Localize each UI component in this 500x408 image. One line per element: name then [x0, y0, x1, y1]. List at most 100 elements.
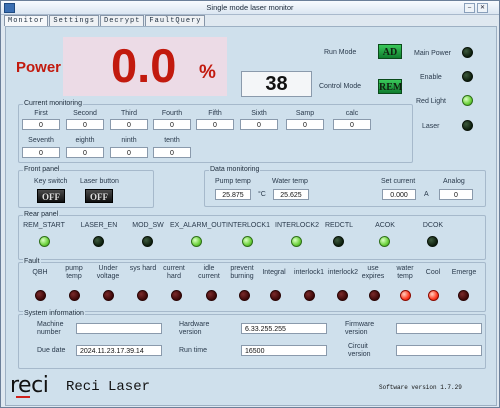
key-switch[interactable]: OFF	[37, 189, 65, 203]
rear-label-ex-alarm-out: EX_ALARM_OUT	[169, 222, 227, 229]
rear-label-redctl: REDCTL	[324, 222, 353, 229]
system-information-title: System information	[23, 310, 85, 317]
fault-led-sys-hard	[137, 290, 148, 301]
pump-temp-field: 25.875	[215, 189, 251, 200]
current-field-fifth: 0	[196, 119, 234, 130]
rear-led-laser-en	[93, 236, 104, 247]
fault-title: Fault	[23, 258, 41, 265]
fault-label-qbh: QBH	[32, 269, 48, 276]
current-field-calc: 0	[333, 119, 371, 130]
set-current-unit: A	[424, 191, 429, 198]
fault-led-under-voltage	[103, 290, 114, 301]
power-unit: %	[199, 62, 216, 83]
hardware-version-field: 6.33.255.255	[241, 323, 327, 334]
rear-led-interlock2	[291, 236, 302, 247]
laser-button[interactable]: OFF	[85, 189, 113, 203]
fault-label-under-voltage: Under voltage	[96, 265, 120, 280]
rear-led-rem-start	[39, 236, 50, 247]
fault-led-qbh	[35, 290, 46, 301]
run-mode-button[interactable]: AD	[378, 44, 402, 59]
rear-label-laser-en: LASER_EN	[80, 222, 118, 229]
current-field-sixth: 0	[240, 119, 278, 130]
rear-led-mod-sw	[142, 236, 153, 247]
rear-panel-title: Rear panel	[23, 211, 60, 218]
power-label: Power	[16, 59, 62, 76]
brand-name: Reci Laser	[66, 379, 151, 395]
machine-number-label: Machine number	[37, 321, 64, 336]
enable-label: Enable	[420, 74, 442, 81]
tab-decrypt[interactable]: Decrypt	[100, 15, 145, 26]
red-light-led	[462, 95, 473, 106]
rear-led-redctl	[333, 236, 344, 247]
fault-label-idle-current: idle current	[198, 265, 220, 280]
tab-monitor[interactable]: Monitor	[4, 15, 49, 26]
fault-label-cool: Cool	[425, 269, 441, 276]
software-version: Software version 1.7.29	[379, 384, 462, 391]
current-monitoring-title: Current monitoring	[23, 100, 83, 107]
current-label-eighth: eighth	[75, 137, 95, 144]
fault-led-emerge	[458, 290, 469, 301]
data-monitoring-group: Data monitoring Pump temp 25.875 °C Wate…	[204, 166, 486, 207]
water-temp-field: 25.625	[273, 189, 309, 200]
fault-led-idle-current	[206, 290, 217, 301]
rear-label-rem-start: REM_START	[23, 222, 65, 229]
circuit-version-field	[396, 345, 482, 356]
run-time-label: Run time	[179, 347, 208, 354]
fault-led-use-expires	[369, 290, 380, 301]
tab-faultquery[interactable]: FaultQuery	[145, 15, 206, 26]
window-title: Single mode laser monitor	[206, 3, 294, 12]
set-current-field: 0.000	[382, 189, 416, 200]
control-mode-label: Control Mode	[319, 83, 362, 90]
fault-led-pump-temp	[69, 290, 80, 301]
current-field-tenth: 0	[153, 147, 191, 158]
fault-led-cool	[428, 290, 439, 301]
main-power-label: Main Power	[414, 50, 451, 57]
fault-label-pump-temp: pump temp	[65, 265, 83, 280]
current-monitoring-group: Current monitoring First 0 Second 0 Thir…	[18, 100, 413, 163]
current-label-tenth: tenth	[164, 137, 180, 144]
data-monitoring-title: Data monitoring	[209, 166, 261, 173]
current-label-fifth: Fifth	[208, 110, 222, 117]
monitor-panel: Power 0.0 % 38 Run Mode AD Control Mode …	[5, 26, 497, 406]
current-label-samp: Samp	[295, 110, 315, 117]
code-display: 38	[241, 71, 312, 97]
pump-temp-label: Pump temp	[215, 178, 251, 185]
fault-label-use-expires: use expires	[361, 265, 385, 280]
current-label-first: First	[34, 110, 48, 117]
rear-label-acok: ACOK	[375, 222, 395, 229]
analog-label: Analog	[443, 178, 465, 185]
fault-led-prevent-burning	[239, 290, 250, 301]
power-display: 0.0 %	[63, 37, 227, 96]
system-information-group: System information Machine number Hardwa…	[18, 310, 486, 369]
tab-settings[interactable]: Settings	[49, 15, 100, 26]
close-icon[interactable]: ✕	[477, 3, 488, 13]
current-field-first: 0	[22, 119, 60, 130]
current-label-seventh: Seventh	[28, 137, 54, 144]
current-field-fourth: 0	[153, 119, 191, 130]
current-field-third: 0	[110, 119, 148, 130]
rear-label-dcok: DCOK	[422, 222, 444, 229]
current-label-second: Second	[73, 110, 97, 117]
rear-panel-group: Rear panel REM_START LASER_EN MOD_SW EX_…	[18, 211, 486, 260]
pump-temp-unit: °C	[258, 191, 266, 198]
analog-field: 0	[439, 189, 473, 200]
fault-led-water-temp	[400, 290, 411, 301]
fault-label-current-hard: current hard	[163, 265, 185, 280]
fault-led-current-hard	[171, 290, 182, 301]
hardware-version-label: Hardware version	[179, 321, 210, 336]
minimize-icon[interactable]: –	[464, 3, 475, 13]
current-field-ninth: 0	[110, 147, 148, 158]
fault-label-emerge: Emerge	[451, 269, 477, 276]
reci-logo: reci	[10, 373, 49, 398]
circuit-version-label: Circuit version	[348, 343, 371, 358]
logo-accent	[16, 396, 30, 398]
machine-number-field	[76, 323, 162, 334]
red-light-label: Red Light	[416, 98, 446, 105]
current-field-samp: 0	[286, 119, 324, 130]
front-panel-title: Front panel	[23, 166, 61, 173]
run-time-field: 16500	[241, 345, 327, 356]
control-mode-button[interactable]: REM	[378, 79, 402, 94]
power-value: 0.0	[111, 39, 177, 92]
laser-label: Laser	[422, 123, 440, 130]
title-bar: Single mode laser monitor – ✕	[1, 1, 499, 15]
